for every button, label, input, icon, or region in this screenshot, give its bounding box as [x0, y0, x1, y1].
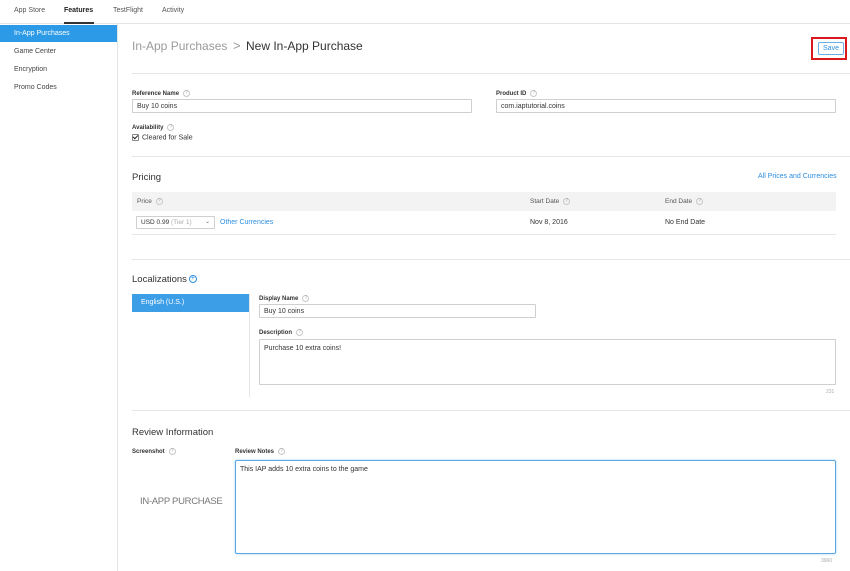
review-information-title: Review Information	[132, 427, 214, 438]
breadcrumb-parent-link[interactable]: In-App Purchases	[132, 39, 227, 53]
localization-tab-english-us[interactable]: English (U.S.)	[132, 294, 249, 312]
price-tier-select[interactable]: USD 0.99 (Tier 1) ⌄	[136, 216, 215, 229]
top-navigation: App Store Features TestFlight Activity	[0, 0, 850, 24]
help-icon[interactable]: ?	[296, 329, 304, 336]
end-date-value: No End Date	[665, 219, 706, 226]
localizations-divider	[132, 410, 850, 411]
pricing-table-header: Price? Start Date? End Date?	[132, 192, 836, 211]
reference-name-label: Reference Name?	[132, 90, 191, 97]
other-currencies-link[interactable]: Other Currencies	[220, 219, 273, 226]
sidebar-item-encryption[interactable]: Encryption	[0, 61, 117, 78]
price-column-header: Price?	[137, 198, 163, 205]
description-field[interactable]: Purchase 10 extra coins!	[259, 339, 836, 385]
display-name-label: Display Name?	[259, 295, 310, 302]
help-icon[interactable]: ?	[563, 198, 571, 205]
tab-activity[interactable]: Activity	[162, 7, 184, 14]
pricing-title: Pricing	[132, 172, 162, 183]
page-title: New In-App Purchase	[246, 39, 363, 53]
review-notes-char-counter: 3960	[821, 558, 833, 564]
main-content: In-App Purchases > New In-App Purchase S…	[118, 24, 850, 571]
reference-name-field[interactable]: Buy 10 coins	[132, 99, 472, 113]
tab-testflight[interactable]: TestFlight	[113, 7, 143, 14]
availability-label: Availability?	[132, 124, 175, 131]
screenshot-label: Screenshot?	[132, 448, 176, 455]
review-notes-field[interactable]: This IAP adds 10 extra coins to the game	[235, 460, 836, 554]
all-prices-link[interactable]: All Prices and Currencies	[758, 173, 837, 180]
breadcrumb-separator: >	[233, 38, 241, 53]
display-name-field[interactable]: Buy 10 coins	[259, 304, 536, 318]
details-divider	[132, 156, 850, 157]
help-icon[interactable]: ?	[155, 198, 163, 205]
pricing-divider	[132, 259, 850, 260]
help-icon[interactable]: ?	[302, 295, 310, 302]
localization-divider	[249, 294, 250, 397]
help-icon[interactable]: ?	[696, 198, 704, 205]
help-icon[interactable]: ?	[168, 448, 176, 455]
help-icon[interactable]: ?	[530, 90, 538, 97]
cleared-for-sale-checkbox[interactable]	[132, 134, 139, 141]
add-localization-icon[interactable]: +	[188, 275, 197, 284]
save-button[interactable]: Save	[818, 42, 844, 55]
description-label: Description?	[259, 329, 304, 336]
cleared-for-sale-label: Cleared for Sale	[142, 134, 193, 142]
review-notes-label: Review Notes?	[235, 448, 286, 455]
sidebar-item-game-center[interactable]: Game Center	[0, 43, 117, 60]
pricing-row-divider	[132, 234, 836, 235]
localizations-title: Localizations +	[132, 274, 197, 285]
tab-app-store[interactable]: App Store	[14, 7, 45, 14]
end-date-column-header: End Date?	[665, 198, 704, 205]
screenshot-image[interactable]: IN-APP PURCHASE	[140, 496, 223, 507]
description-char-counter: 231	[826, 389, 835, 395]
start-date-value: Nov 8, 2016	[530, 219, 568, 226]
help-icon[interactable]: ?	[183, 90, 191, 97]
cleared-for-sale-option: Cleared for Sale	[132, 134, 193, 141]
tab-features[interactable]: Features	[64, 7, 93, 14]
help-icon[interactable]: ?	[167, 124, 175, 131]
product-id-field[interactable]: com.iaptutorial.coins	[496, 99, 836, 113]
sidebar-item-in-app-purchases[interactable]: In-App Purchases	[0, 25, 117, 42]
sidebar: In-App Purchases Game Center Encryption …	[0, 24, 118, 571]
product-id-label: Product ID?	[496, 90, 538, 97]
header-divider	[132, 73, 850, 74]
chevron-down-icon: ⌄	[204, 219, 210, 225]
start-date-column-header: Start Date?	[530, 198, 571, 205]
sidebar-item-promo-codes[interactable]: Promo Codes	[0, 79, 117, 96]
help-icon[interactable]: ?	[278, 448, 286, 455]
